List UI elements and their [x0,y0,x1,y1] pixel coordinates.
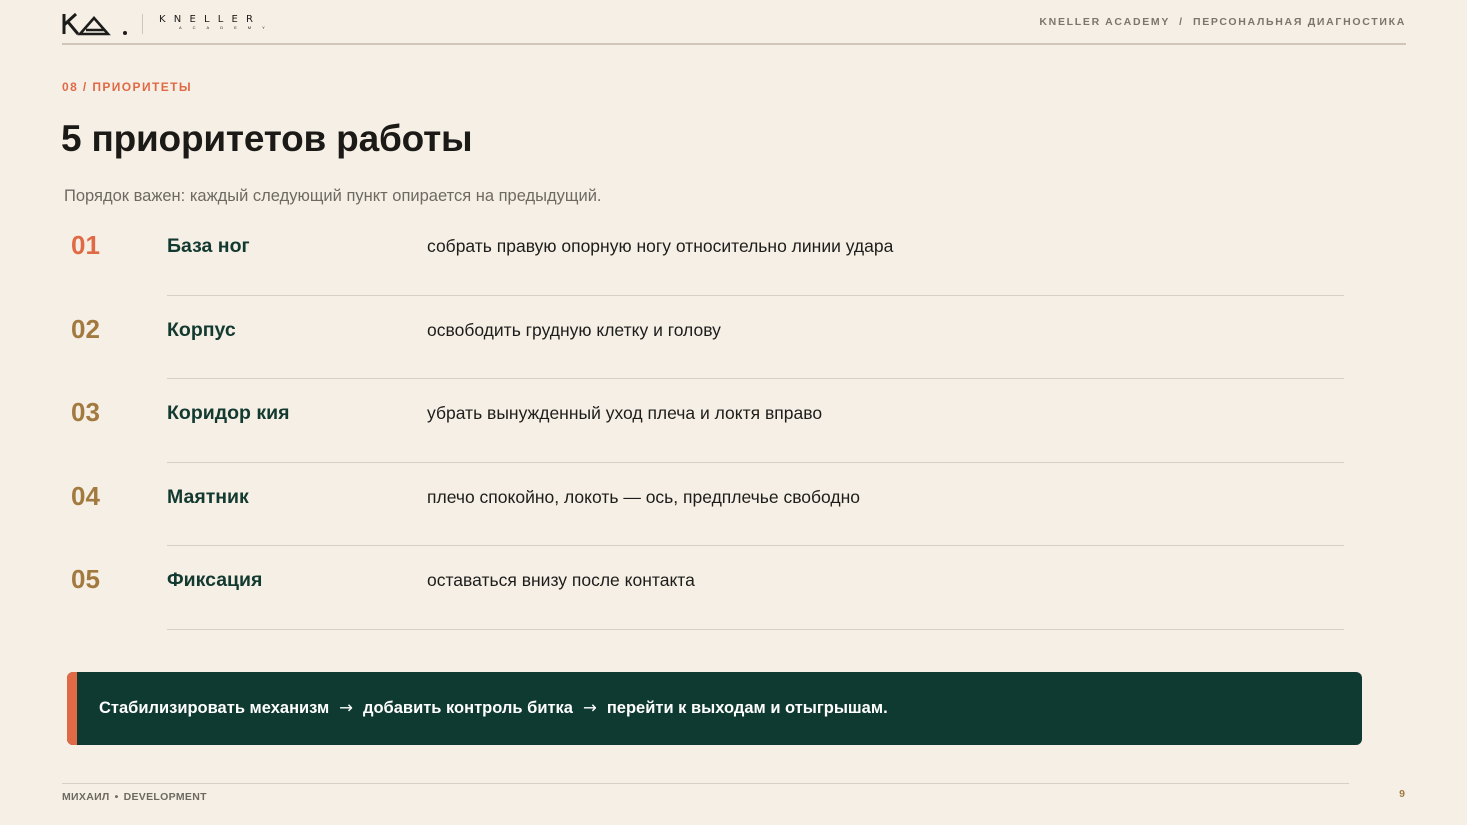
page-number: 9 [1399,788,1405,800]
slide: KNELLER ACADEMY KNELLER ACADEMY / ПЕРСОН… [0,0,1467,825]
priority-number: 05 [71,564,100,594]
arrow-right-icon: → [583,698,597,717]
callout-text: Стабилизировать механизм → добавить контро… [99,698,888,718]
priority-number: 03 [71,397,100,427]
header: KNELLER ACADEMY KNELLER ACADEMY / ПЕРСОН… [62,10,1406,45]
priority-row: 01 База ног собрать правую опорную ногу … [0,212,1467,296]
priority-number: 02 [71,313,100,344]
priority-row: 03 Коридор кия убрать вынужденный уход п… [0,379,1467,463]
footer-separator: • [114,791,119,803]
priority-name: Коридор кия [167,402,290,424]
priority-description: собрать правую опорную ногу относительно… [427,236,894,256]
priority-description: плечо спокойно, локоть — ось, предплечье… [427,486,861,507]
page-subtitle: Порядок важен: каждый следующий пункт оп… [64,187,602,205]
priority-list: 01 База ног собрать правую опорную ногу … [0,212,1467,630]
priority-name: Маятник [167,485,249,508]
priority-description: убрать вынужденный уход плеча и локтя вп… [427,403,823,423]
priority-description: оставаться внизу после контакта [427,570,695,590]
callout-step-2: добавить контроль битка [363,699,573,717]
logo-word: KNELLER [159,14,262,25]
priority-number: 01 [71,230,100,260]
logo-sub: ACADEMY [179,25,276,30]
priority-row: 05 Фиксация оставаться внизу после конта… [0,546,1467,630]
callout-accent-bar [67,672,77,745]
footer-divider [62,783,1349,784]
footer-tag: DEVELOPMENT [123,791,207,803]
section-label: 08 / ПРИОРИТЕТЫ [62,80,192,94]
priority-description: освободить грудную клетку и голову [427,319,721,340]
kneller-logo-wordmark: KNELLER ACADEMY [159,15,276,31]
arrow-right-icon: → [339,698,353,717]
priority-name: Фиксация [167,569,263,591]
footer-author: МИХАИЛ [62,791,110,803]
priority-name: База ног [167,235,250,257]
logo-divider [142,14,143,34]
row-divider [167,628,1344,630]
priority-number: 04 [71,480,100,511]
callout-step-3: перейти к выходам и отыгрышам. [606,699,888,717]
priority-row: 02 Корпус освободить грудную клетку и го… [0,296,1467,379]
callout-step-1: Стабилизировать механизм [99,699,330,717]
summary-callout: Стабилизировать механизм → добавить контро… [67,672,1362,745]
breadcrumb: KNELLER ACADEMY / ПЕРСОНАЛЬНАЯ ДИАГНОСТИ… [1039,16,1406,28]
priority-row: 04 Маятник плечо спокойно, локоть — ось,… [0,463,1467,546]
priority-name: Корпус [167,318,236,341]
kneller-logo-mark [62,12,127,36]
page-title: 5 приоритетов работы [61,118,473,159]
footer-meta: МИХАИЛ • DEVELOPMENT [62,791,207,803]
